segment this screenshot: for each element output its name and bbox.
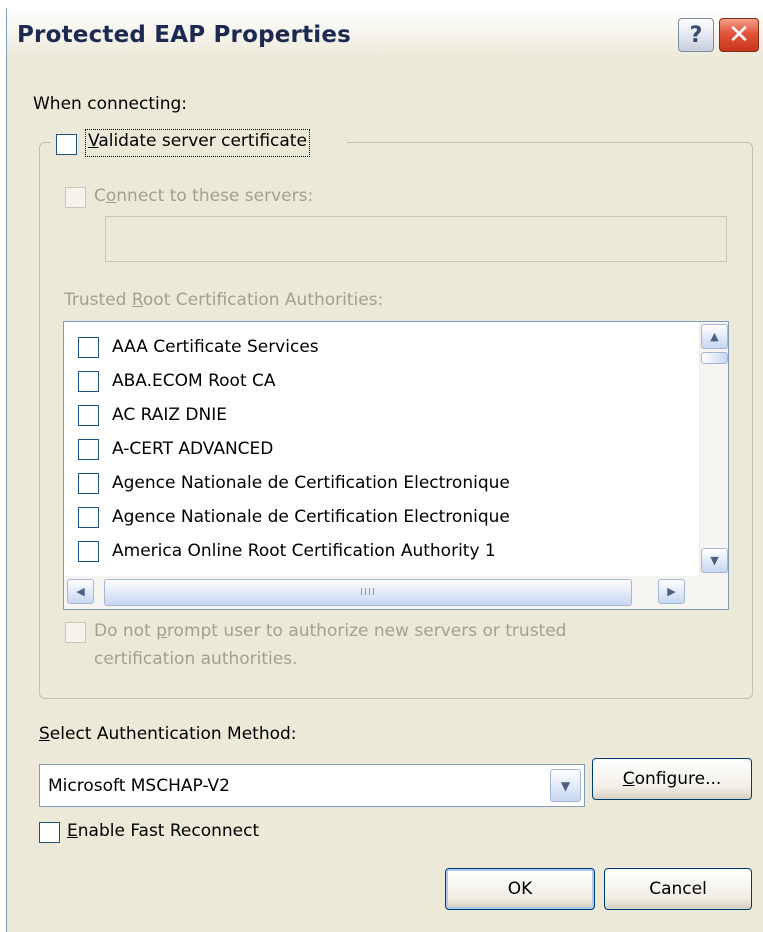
fast-reconnect-label[interactable]: Enable Fast Reconnect <box>67 821 259 841</box>
list-item-checkbox[interactable] <box>78 405 99 426</box>
ok-button-label: OK <box>507 879 533 899</box>
list-item[interactable]: AC RAIZ DNIE <box>64 401 692 431</box>
vertical-scrollbar[interactable]: ▲ ▼ <box>699 322 728 576</box>
chevron-up-icon: ▲ <box>710 330 719 343</box>
ok-button[interactable]: OK <box>445 868 595 910</box>
grip-icon: IIII <box>360 587 376 598</box>
configure-button-label: Configure... <box>622 769 722 789</box>
no-prompt-label-line2: certification authorities. <box>94 649 298 669</box>
servers-input[interactable] <box>105 216 727 262</box>
list-item-label: A-CERT ADVANCED <box>112 439 274 459</box>
scroll-down-button[interactable]: ▼ <box>701 548 728 573</box>
title-bar[interactable]: Protected EAP Properties ? ✕ <box>7 8 763 60</box>
list-item-label: AC RAIZ DNIE <box>112 405 227 425</box>
help-icon: ? <box>689 22 703 48</box>
close-button[interactable]: ✕ <box>719 18 759 52</box>
vertical-scroll-thumb[interactable] <box>701 352 728 364</box>
horizontal-scroll-thumb[interactable]: IIII <box>104 579 632 606</box>
validate-cert-checkbox[interactable] <box>56 134 77 155</box>
protected-eap-dialog: Protected EAP Properties ? ✕ When connec… <box>6 8 763 932</box>
list-item[interactable]: A-CERT ADVANCED <box>64 435 692 465</box>
list-item-checkbox[interactable] <box>78 541 99 562</box>
connect-servers-checkbox[interactable] <box>65 187 86 208</box>
chevron-down-icon: ▼ <box>710 554 719 567</box>
no-prompt-label-line1: Do not prompt user to authorize new serv… <box>94 621 567 641</box>
cancel-button-label: Cancel <box>649 879 707 899</box>
list-item-label: AAA Certificate Services <box>112 337 319 357</box>
when-connecting-label: When connecting: <box>33 94 188 114</box>
list-item[interactable]: ABA.ECOM Root CA <box>64 367 692 397</box>
help-button[interactable]: ? <box>678 18 714 52</box>
dialog-title: Protected EAP Properties <box>17 22 352 48</box>
auth-method-value: Microsoft MSCHAP-V2 <box>48 776 230 796</box>
horizontal-scrollbar[interactable]: ◀ IIII ▶ <box>64 576 728 609</box>
scroll-left-button[interactable]: ◀ <box>67 579 94 604</box>
list-item-checkbox[interactable] <box>78 337 99 358</box>
list-item-label: Agence Nationale de Certification Electr… <box>112 507 510 527</box>
validate-cert-label[interactable]: Validate server certificate <box>85 129 310 157</box>
auth-method-label: Select Authentication Method: <box>39 724 297 744</box>
list-item-label: ABA.ECOM Root CA <box>112 371 276 391</box>
chevron-right-icon: ▶ <box>667 585 676 598</box>
scroll-up-button[interactable]: ▲ <box>701 324 728 349</box>
list-item-checkbox[interactable] <box>78 473 99 494</box>
list-item-label: America Online Root Certification Author… <box>112 541 496 561</box>
trusted-root-list[interactable]: AAA Certificate Services ABA.ECOM Root C… <box>63 321 729 610</box>
trusted-root-label: Trusted Root Certification Authorities: <box>64 290 384 310</box>
cancel-button[interactable]: Cancel <box>604 868 752 910</box>
list-item[interactable]: AAA Certificate Services <box>64 333 692 363</box>
list-item-checkbox[interactable] <box>78 439 99 460</box>
scroll-right-button[interactable]: ▶ <box>658 579 685 604</box>
chevron-left-icon: ◀ <box>76 585 85 598</box>
list-item-checkbox[interactable] <box>78 371 99 392</box>
auth-method-select[interactable]: Microsoft MSCHAP-V2 ▼ <box>39 764 585 807</box>
connect-servers-label: Connect to these servers: <box>94 186 314 206</box>
close-icon: ✕ <box>728 20 750 50</box>
list-item-checkbox[interactable] <box>78 507 99 528</box>
list-item[interactable]: Agence Nationale de Certification Electr… <box>64 469 692 499</box>
list-item-label: Agence Nationale de Certification Electr… <box>112 473 510 493</box>
fast-reconnect-checkbox[interactable] <box>39 822 60 843</box>
configure-button[interactable]: Configure... <box>592 758 752 800</box>
chevron-down-icon: ▼ <box>560 778 571 793</box>
no-prompt-checkbox[interactable] <box>65 622 86 643</box>
list-item[interactable]: Agence Nationale de Certification Electr… <box>64 503 692 533</box>
list-item[interactable]: America Online Root Certification Author… <box>64 537 692 567</box>
auth-method-dropdown-button[interactable]: ▼ <box>550 769 581 802</box>
